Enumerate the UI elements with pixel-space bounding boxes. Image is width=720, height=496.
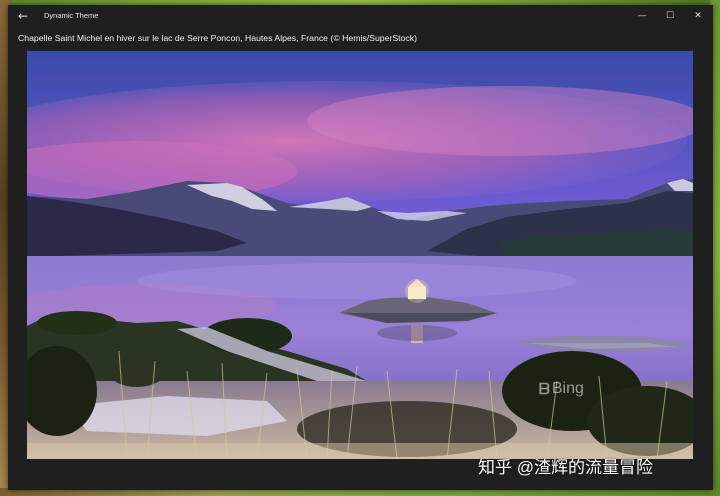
bing-logo-text: Bing — [551, 380, 584, 397]
zhihu-watermark: 知乎 @渣辉的流量冒险 — [478, 458, 653, 477]
back-button[interactable]: ← — [14, 8, 32, 24]
app-title: Dynamic Theme — [44, 11, 99, 20]
close-button[interactable]: ✕ — [690, 9, 706, 23]
title-bar: ← Dynamic Theme — ☐ ✕ — [8, 5, 713, 27]
maximize-button[interactable]: ☐ — [662, 9, 678, 23]
bing-logo: ᗷ Bing — [539, 380, 584, 398]
arrow-left-icon: ← — [17, 9, 29, 23]
bing-b-icon: ᗷ — [539, 380, 550, 398]
wallpaper-photo — [27, 51, 693, 459]
app-window: ← Dynamic Theme — ☐ ✕ Chapelle Saint Mic… — [8, 5, 713, 490]
image-caption: Chapelle Saint Michel en hiver sur le la… — [18, 33, 417, 43]
minimize-button[interactable]: — — [634, 9, 650, 23]
